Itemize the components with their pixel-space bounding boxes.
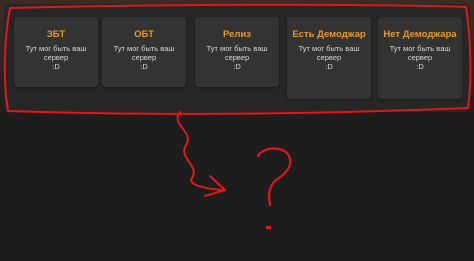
- card-title: ОБТ: [134, 29, 154, 40]
- card-title: Нет Демоджара: [383, 29, 457, 40]
- status-card-release[interactable]: Релиз Тут мог быть ваш сервер :D: [195, 17, 279, 87]
- card-description: Тут мог быть ваш сервер: [113, 44, 175, 62]
- status-card-no-demojar[interactable]: Нет Демоджара Тут мог быть ваш сервер :D: [378, 17, 462, 99]
- card-description: Тут мог быть ваш сервер: [389, 44, 451, 62]
- card-emoticon: :D: [52, 62, 60, 71]
- card-description: Тут мог быть ваш сервер: [25, 44, 87, 62]
- status-card-zbt[interactable]: ЗБТ Тут мог быть ваш сервер :D: [14, 17, 98, 87]
- status-card-obt[interactable]: ОБТ Тут мог быть ваш сервер :D: [102, 17, 186, 87]
- annotation-squiggle-arrow: [176, 111, 223, 191]
- card-emoticon: :D: [416, 62, 424, 71]
- card-title: Есть Демоджар: [292, 29, 366, 40]
- card-description: Тут мог быть ваш сервер: [206, 44, 268, 62]
- annotation-question-mark: [256, 147, 292, 207]
- status-card-has-demojar[interactable]: Есть Демоджар Тут мог быть ваш сервер :D: [287, 17, 371, 99]
- server-status-panel: ЗБТ Тут мог быть ваш сервер :D ОБТ Тут м…: [4, 4, 470, 112]
- card-title: Релиз: [223, 29, 251, 40]
- annotation-question-dot: [266, 226, 271, 229]
- card-title: ЗБТ: [46, 29, 66, 40]
- card-emoticon: :D: [233, 62, 241, 71]
- annotation-arrow-head: [204, 175, 226, 197]
- card-description: Тут мог быть ваш сервер: [298, 44, 360, 62]
- card-emoticon: :D: [325, 62, 333, 71]
- card-emoticon: :D: [140, 62, 148, 71]
